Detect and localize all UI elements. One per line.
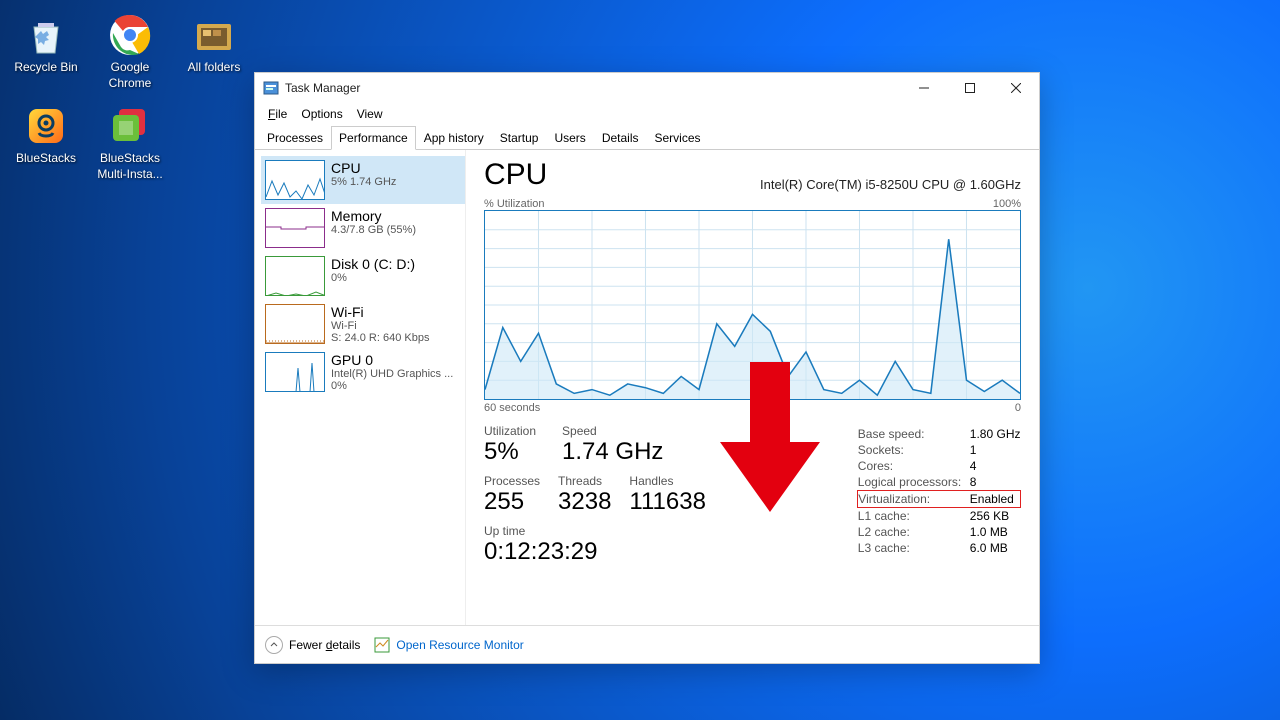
cpu-utilization-chart[interactable] <box>484 210 1021 400</box>
stat-threads: Threads3238 <box>558 474 611 516</box>
desktop-icon-bluestacks-multi[interactable]: BlueStacks Multi-Insta... <box>92 99 168 186</box>
tab-performance[interactable]: Performance <box>331 126 416 150</box>
menu-bar: File Options View <box>255 103 1039 125</box>
close-button[interactable] <box>993 73 1039 103</box>
cpu-specs-table: Base speed:1.80 GHzSockets:1Cores:4Logic… <box>857 426 1021 566</box>
chrome-icon <box>107 12 153 58</box>
folder-icon <box>191 12 237 58</box>
stat-processes: Processes255 <box>484 474 540 516</box>
stat-handles: Handles111638 <box>629 474 706 516</box>
tab-bar: Processes Performance App history Startu… <box>255 125 1039 150</box>
performance-main-panel: CPU Intel(R) Core(TM) i5-8250U CPU @ 1.6… <box>465 150 1039 625</box>
spec-row: Virtualization:Enabled <box>858 491 1021 508</box>
maximize-button[interactable] <box>947 73 993 103</box>
desktop-icon-all-folders[interactable]: All folders <box>176 8 252 95</box>
desktop-icon-chrome[interactable]: Google Chrome <box>92 8 168 95</box>
spec-row: Logical processors:8 <box>858 474 1021 491</box>
task-manager-window: Task Manager File Options View Processes… <box>254 72 1040 664</box>
spec-row: Base speed:1.80 GHz <box>858 426 1021 442</box>
tab-users[interactable]: Users <box>546 126 593 150</box>
menu-file[interactable]: File <box>261 105 294 123</box>
task-manager-icon <box>263 80 279 96</box>
sidebar-item-gpu[interactable]: GPU 0Intel(R) UHD Graphics ...0% <box>261 348 465 396</box>
stat-speed: Speed1.74 GHz <box>562 424 663 466</box>
spec-row: L1 cache:256 KB <box>858 508 1021 525</box>
fewer-details-button[interactable]: Fewer details <box>265 636 360 654</box>
resource-monitor-icon <box>374 637 390 653</box>
titlebar[interactable]: Task Manager <box>255 73 1039 103</box>
recycle-bin-icon <box>23 12 69 58</box>
cpu-model: Intel(R) Core(TM) i5-8250U CPU @ 1.60GHz <box>760 177 1021 192</box>
spec-row: Cores:4 <box>858 458 1021 474</box>
desktop-icon-bluestacks[interactable]: BlueStacks <box>8 99 84 186</box>
performance-sidebar: CPU5% 1.74 GHz Memory4.3/7.8 GB (55%) Di… <box>255 150 465 625</box>
spec-row: L3 cache:6.0 MB <box>858 540 1021 556</box>
stat-utilization: Utilization5% <box>484 424 536 466</box>
tab-details[interactable]: Details <box>594 126 647 150</box>
page-title: CPU <box>484 158 547 192</box>
chevron-up-icon <box>265 636 283 654</box>
tab-processes[interactable]: Processes <box>259 126 331 150</box>
tab-app-history[interactable]: App history <box>416 126 492 150</box>
tab-services[interactable]: Services <box>647 126 709 150</box>
open-resource-monitor-link[interactable]: Open Resource Monitor <box>374 637 523 653</box>
menu-view[interactable]: View <box>350 105 390 123</box>
stat-uptime: Up time0:12:23:29 <box>484 524 857 566</box>
spec-row: Sockets:1 <box>858 442 1021 458</box>
window-title: Task Manager <box>285 81 360 95</box>
sidebar-item-cpu[interactable]: CPU5% 1.74 GHz <box>261 156 465 204</box>
menu-options[interactable]: Options <box>294 105 349 123</box>
minimize-button[interactable] <box>901 73 947 103</box>
bluestacks-icon <box>23 103 69 149</box>
sidebar-item-disk[interactable]: Disk 0 (C: D:)0% <box>261 252 465 300</box>
desktop-icon-recycle-bin[interactable]: Recycle Bin <box>8 8 84 95</box>
sidebar-item-memory[interactable]: Memory4.3/7.8 GB (55%) <box>261 204 465 252</box>
tab-startup[interactable]: Startup <box>492 126 547 150</box>
bluestacks-multi-icon <box>107 103 153 149</box>
spec-row: L2 cache:1.0 MB <box>858 524 1021 540</box>
sidebar-item-wifi[interactable]: Wi-FiWi-FiS: 24.0 R: 640 Kbps <box>261 300 465 348</box>
